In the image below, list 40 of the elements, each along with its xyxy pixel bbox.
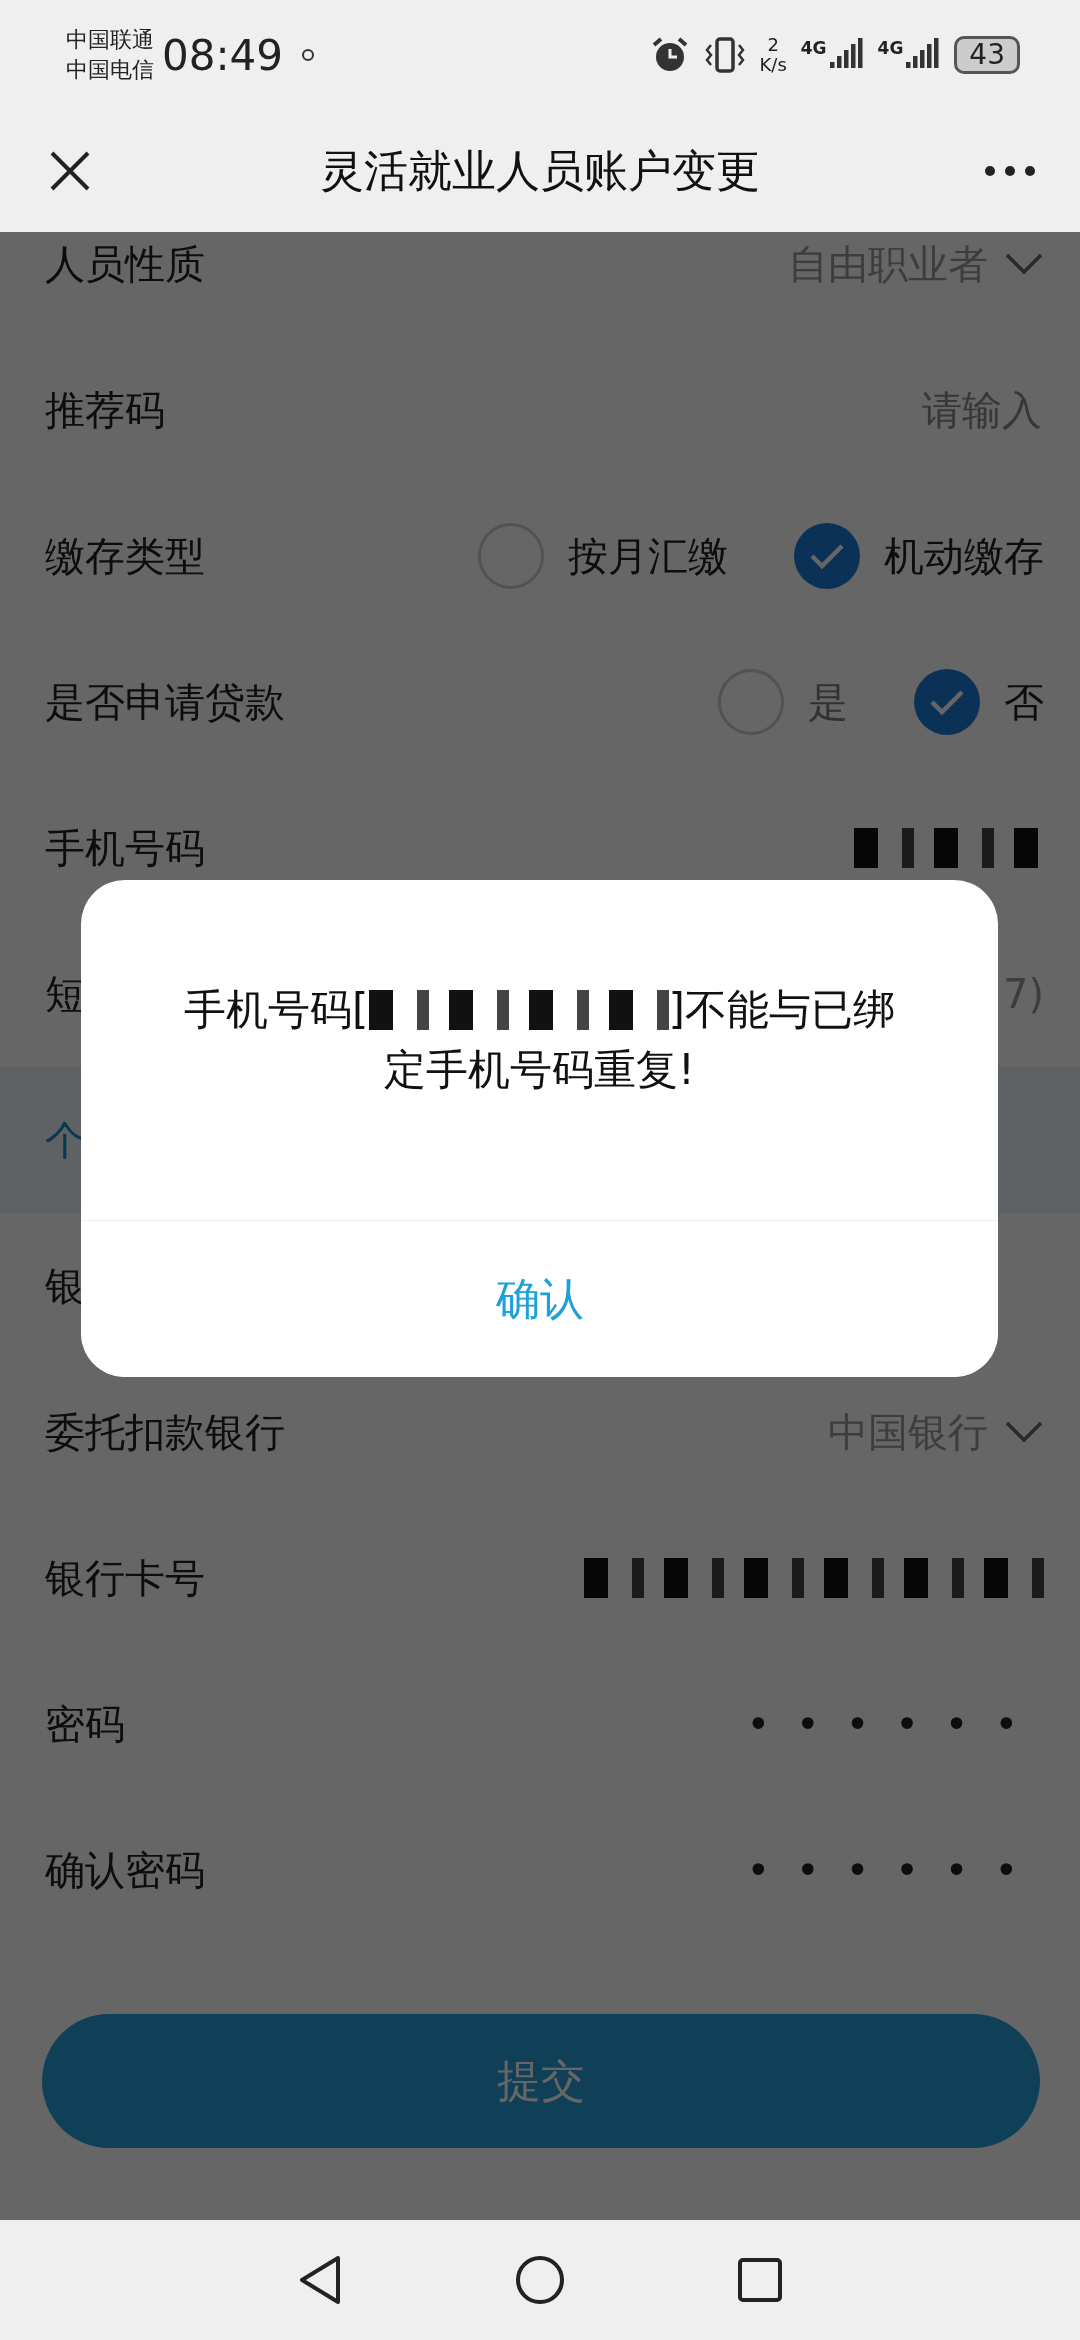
close-icon (48, 149, 92, 193)
more-icon (984, 165, 1036, 177)
home-icon[interactable] (514, 2254, 566, 2306)
form-label: 确认密码 (45, 1845, 205, 1895)
form-label: 手机号码 (45, 823, 205, 873)
check-icon (929, 688, 965, 716)
form-label: 短 (45, 969, 85, 1019)
chevron-down-icon (1004, 1420, 1044, 1444)
form-label: 缴存类型 (45, 531, 205, 581)
speed-value: 2 (767, 35, 779, 55)
network-label: 4G (877, 38, 904, 58)
speed-unit: K/s (759, 55, 787, 75)
battery-level: 43 (954, 36, 1020, 74)
dialog-message: 手机号码[ (184, 984, 369, 1036)
notification-dot-icon (301, 48, 316, 62)
radio-label: 否 (1004, 677, 1044, 727)
password-value: •••••• (746, 1847, 1044, 1893)
radio-label: 机动缴存 (884, 531, 1044, 581)
dialog-message: 定手机号码重复! (384, 1044, 695, 1096)
page-title: 灵活就业人员账户变更 (320, 143, 760, 198)
carrier-name: 中国电信 (66, 56, 154, 84)
form-label: 是否申请贷款 (45, 677, 285, 727)
form-label: 委托扣款银行 (45, 1407, 285, 1457)
submit-button[interactable]: 提交 (42, 2014, 1040, 2148)
confirm-button[interactable]: 确认 (81, 1220, 998, 1377)
check-icon (809, 542, 845, 570)
clock-time: 08:49 (162, 30, 284, 80)
password-value: •••••• (746, 1701, 1044, 1747)
vibrate-icon (703, 35, 746, 75)
carrier-name: 中国联通 (66, 26, 154, 54)
radio-label: 按月汇缴 (568, 531, 728, 581)
form-label: 个 (45, 1115, 85, 1165)
form-label: 人员性质 (45, 239, 205, 289)
network-label: 4G (800, 38, 827, 58)
dialog-message: ]不能与已绑 (668, 984, 895, 1036)
form-label: 密码 (45, 1699, 125, 1749)
recents-icon[interactable] (736, 2256, 784, 2304)
chevron-down-icon (1004, 252, 1044, 276)
form-label: 银行卡号 (45, 1553, 205, 1603)
form-label: 推荐码 (45, 385, 165, 435)
